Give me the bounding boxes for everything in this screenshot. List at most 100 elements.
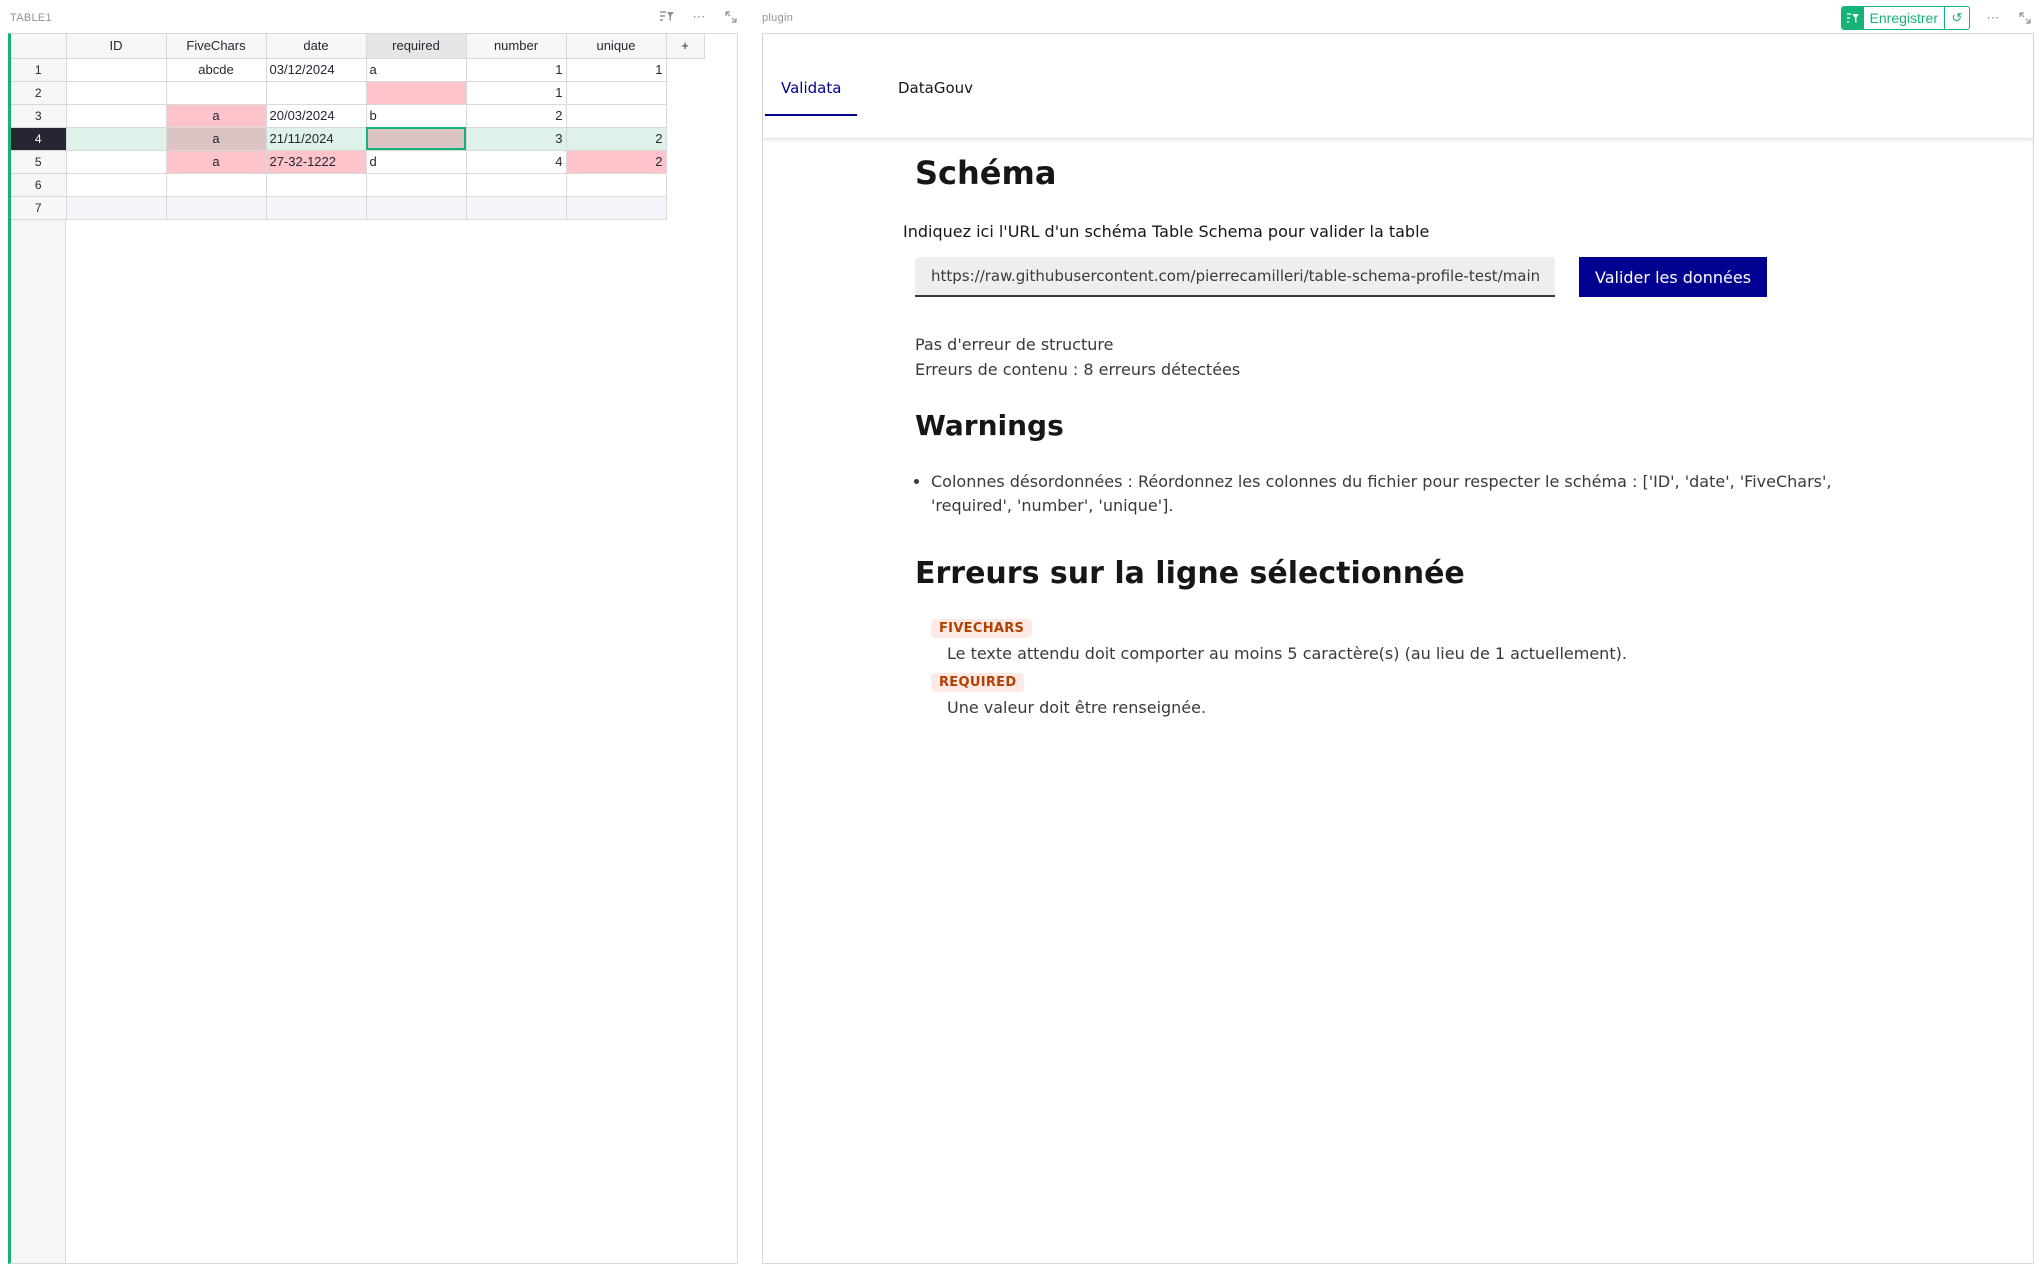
table-cell[interactable]: [366, 173, 467, 197]
warnings-heading: Warnings: [915, 409, 1064, 442]
table-cell[interactable]: [66, 196, 167, 220]
table-cell[interactable]: [266, 81, 367, 105]
column-header-fivechars[interactable]: FiveChars: [166, 34, 267, 59]
table-cell[interactable]: [566, 196, 667, 220]
table-cell-cursor[interactable]: [366, 127, 467, 151]
error-item: REQUIRED Une valeur doit être renseignée…: [931, 671, 1915, 717]
column-header-required[interactable]: required: [366, 34, 467, 59]
validata-panel: Schéma Indiquez ici l'URL d'un schéma Ta…: [903, 154, 1915, 717]
table-cell[interactable]: [66, 173, 167, 197]
table-cell-error[interactable]: 27-32-1222: [266, 150, 367, 174]
table-cell[interactable]: 4: [466, 150, 567, 174]
plugin-widget: plugin Enregistrer ↺ ⋯ Validata DataGouv…: [760, 0, 2042, 1274]
content-status: Erreurs de contenu : 8 erreurs détectées: [915, 360, 1241, 379]
table-cell[interactable]: [566, 104, 667, 128]
more-options-icon[interactable]: ⋯: [690, 8, 708, 26]
row-number[interactable]: 3: [11, 104, 67, 128]
table-row: 3 a 20/03/2024 b 2: [11, 104, 704, 128]
table-cell[interactable]: [66, 127, 167, 151]
error-field-badge: REQUIRED: [931, 673, 1025, 692]
table-cell[interactable]: 21/11/2024: [266, 127, 367, 151]
expand-icon[interactable]: [2016, 9, 2034, 27]
plugin-frame: Validata DataGouv Schéma Indiquez ici l'…: [762, 33, 2034, 1264]
table-cell[interactable]: [66, 58, 167, 82]
row-number[interactable]: 7: [11, 196, 67, 220]
widget-toolbar: ⋯: [658, 8, 740, 26]
table-cell[interactable]: 03/12/2024: [266, 58, 367, 82]
table-cell-error[interactable]: a: [166, 150, 267, 174]
sort-filter-icon[interactable]: [658, 8, 676, 26]
table-grid-frame: ID FiveChars date required number unique…: [8, 33, 738, 1264]
table-cell-error[interactable]: 2: [566, 150, 667, 174]
table-row: 1 abcde 03/12/2024 a 1 1: [11, 58, 704, 82]
structure-status: Pas d'erreur de structure: [915, 335, 1114, 354]
table-row-new: 7: [11, 196, 704, 220]
corner-cell[interactable]: [11, 34, 67, 59]
schema-heading: Schéma: [915, 154, 1057, 192]
table-cell[interactable]: [566, 173, 667, 197]
table-row: 6: [11, 173, 704, 197]
tab-datagouv[interactable]: DataGouv: [882, 78, 989, 116]
table-cell[interactable]: 2: [566, 127, 667, 151]
widget-title[interactable]: plugin: [762, 12, 793, 24]
table-cell[interactable]: b: [366, 104, 467, 128]
table-widget: TABLE1 ⋯ ID FiveChars date required numb…: [0, 0, 748, 1274]
column-header-number[interactable]: number: [466, 34, 567, 59]
table-cell[interactable]: [466, 173, 567, 197]
column-header-unique[interactable]: unique: [566, 34, 667, 59]
error-field-badge: FIVECHARS: [931, 619, 1033, 638]
table-cell-error[interactable]: a: [166, 104, 267, 128]
table-cell[interactable]: [166, 81, 267, 105]
table-cell[interactable]: 20/03/2024: [266, 104, 367, 128]
table-cell[interactable]: 3: [466, 127, 567, 151]
table-cell[interactable]: d: [366, 150, 467, 174]
row-number[interactable]: 4: [11, 127, 67, 151]
table-cell[interactable]: 1: [566, 58, 667, 82]
table-cell[interactable]: [166, 196, 267, 220]
table-cell[interactable]: 2: [466, 104, 567, 128]
row-errors-heading: Erreurs sur la ligne sélectionnée: [915, 556, 1465, 591]
revert-icon[interactable]: ↺: [1945, 7, 1969, 29]
table-cell[interactable]: a: [366, 58, 467, 82]
more-options-icon[interactable]: ⋯: [1984, 9, 2002, 27]
table-cell[interactable]: [366, 196, 467, 220]
table-cell[interactable]: [266, 196, 367, 220]
table-cell[interactable]: 1: [466, 81, 567, 105]
table-cell-error[interactable]: a: [166, 127, 267, 151]
table-cell[interactable]: [66, 81, 167, 105]
row-number[interactable]: 5: [11, 150, 67, 174]
table-cell[interactable]: [66, 150, 167, 174]
error-item: FIVECHARS Le texte attendu doit comporte…: [931, 617, 1915, 663]
warnings-list: Colonnes désordonnées : Réordonnez les c…: [915, 470, 1875, 518]
validate-data-button[interactable]: Valider les données: [1579, 257, 1768, 297]
table-cell[interactable]: [166, 173, 267, 197]
save-button[interactable]: Enregistrer: [1864, 7, 1945, 29]
row-number[interactable]: 1: [11, 58, 67, 82]
schema-instruction: Indiquez ici l'URL d'un schéma Table Sch…: [903, 222, 1430, 241]
tab-validata[interactable]: Validata: [765, 78, 858, 116]
filter-icon[interactable]: [1841, 7, 1864, 29]
save-button-group: Enregistrer ↺: [1840, 6, 1970, 30]
table-cell[interactable]: 1: [466, 58, 567, 82]
table-cell[interactable]: [466, 196, 567, 220]
error-message: Une valeur doit être renseignée.: [947, 698, 1207, 717]
error-message: Le texte attendu doit comporter au moins…: [947, 644, 1627, 663]
table-cell[interactable]: [566, 81, 667, 105]
add-column-button[interactable]: +: [666, 34, 705, 59]
row-number[interactable]: 6: [11, 173, 67, 197]
table-row-selected: 4 a 21/11/2024 3 2: [11, 127, 704, 151]
expand-icon[interactable]: [722, 8, 740, 26]
column-header-date[interactable]: date: [266, 34, 367, 59]
table-cell[interactable]: [66, 104, 167, 128]
tabs-bar: Validata DataGouv: [763, 34, 2033, 139]
row-number[interactable]: 2: [11, 81, 67, 105]
table-cell-error[interactable]: [366, 81, 467, 105]
table-cell[interactable]: abcde: [166, 58, 267, 82]
header-row: ID FiveChars date required number unique…: [11, 34, 705, 59]
widget-toolbar: Enregistrer ↺ ⋯: [1840, 6, 2034, 30]
schema-url-input[interactable]: [915, 257, 1555, 297]
table-cell[interactable]: [266, 173, 367, 197]
column-header-id[interactable]: ID: [66, 34, 167, 59]
data-table: ID FiveChars date required number unique…: [11, 34, 705, 220]
widget-title[interactable]: TABLE1: [10, 12, 52, 24]
